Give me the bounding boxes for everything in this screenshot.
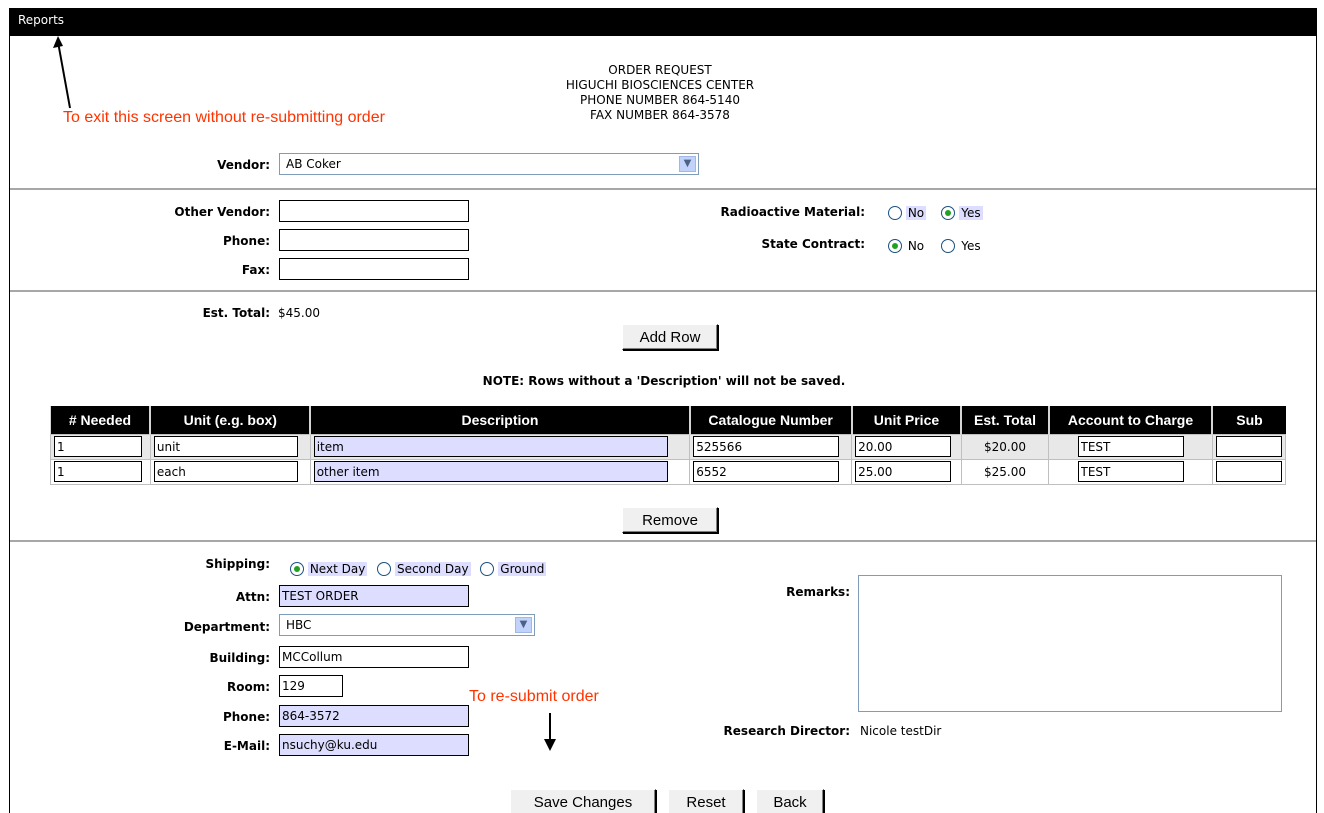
top-bar: Reports [10, 8, 1316, 36]
resubmit-annotation: To re-submit order [469, 688, 599, 705]
state-contract-label: State Contract: [761, 237, 865, 251]
order-request-page: Reports To exit this screen without re-s… [9, 8, 1317, 813]
email-label: E-Mail: [223, 739, 270, 753]
table-row: $20.00 [50, 433, 1287, 460]
column-header: Account to Charge [1048, 406, 1214, 434]
attn-input[interactable] [279, 585, 469, 607]
other-vendor-input[interactable] [279, 200, 469, 222]
shipping-options: Next Day Second Day Ground [290, 561, 547, 576]
department-select[interactable]: HBC ▼ [279, 614, 535, 636]
radioactive-label: Radioactive Material: [720, 205, 865, 219]
other-vendor-label: Other Vendor: [174, 205, 270, 219]
radioactive-yes-radio[interactable] [941, 205, 956, 220]
radioactive-no-radio[interactable] [888, 205, 902, 220]
save-changes-button[interactable]: Save Changes [510, 789, 656, 813]
other-phone-label: Phone: [222, 234, 270, 248]
chevron-down-icon[interactable]: ▼ [679, 156, 696, 172]
account-input[interactable] [1077, 436, 1184, 457]
shipping-second-day-radio[interactable] [377, 561, 392, 576]
vendor-label: Vendor: [217, 158, 270, 172]
header-fax: FAX NUMBER 864-3578 [590, 108, 730, 122]
radioactive-no-label: No [905, 205, 927, 220]
divider [10, 188, 1316, 190]
needed-input[interactable] [54, 461, 142, 482]
header-phone: PHONE NUMBER 864-5140 [580, 93, 740, 107]
state-contract-yes-label: Yes [961, 238, 981, 253]
other-fax-label: Fax: [241, 263, 270, 277]
column-header: Unit Price [851, 406, 963, 434]
items-table: # Needed Unit (e.g. box) Description Cat… [50, 406, 1287, 485]
radioactive-options: No Yes [888, 205, 983, 220]
est-total-label: Est. Total: [202, 306, 270, 320]
shipping-ground-label: Ground [498, 561, 547, 576]
research-director-value: Nicole testDir [860, 724, 942, 738]
add-row-button[interactable]: Add Row [622, 324, 718, 350]
column-header: Unit (e.g. box) [150, 406, 312, 434]
department-label: Department: [183, 620, 270, 634]
column-header: Catalogue Number [689, 406, 853, 434]
column-header: Sub [1212, 406, 1286, 434]
attn-label: Attn: [235, 590, 270, 604]
catalogue-input[interactable] [693, 461, 840, 482]
other-fax-input[interactable] [279, 258, 469, 280]
shipping-next-day-label: Next Day [307, 561, 368, 576]
catalogue-input[interactable] [693, 436, 840, 457]
state-contract-no-radio[interactable] [888, 238, 902, 253]
unit-price-input[interactable] [855, 436, 952, 457]
email-input[interactable] [279, 734, 469, 756]
shipping-next-day-radio[interactable] [290, 561, 304, 576]
research-director-label: Research Director: [723, 724, 850, 738]
building-input[interactable] [279, 646, 469, 668]
state-contract-options: No Yes [888, 238, 983, 253]
header-center-name: HIGUCHI BIOSCIENCES CENTER [565, 78, 755, 92]
unit-input[interactable] [153, 461, 298, 482]
phone-label: Phone: [222, 710, 270, 724]
divider [10, 540, 1316, 542]
row-total: $25.00 [960, 458, 1050, 485]
row-total: $20.00 [960, 433, 1050, 460]
column-header: Description [310, 406, 691, 434]
est-total-value: $45.00 [278, 306, 320, 320]
room-input[interactable] [279, 675, 343, 697]
account-input[interactable] [1077, 461, 1184, 482]
remarks-label: Remarks: [786, 585, 850, 599]
reset-button[interactable]: Reset [668, 789, 744, 813]
state-contract-no-label: No [907, 238, 925, 253]
table-header-row: # Needed Unit (e.g. box) Description Cat… [50, 406, 1286, 434]
order-header: ORDER REQUEST HIGUCHI BIOSCIENCES CENTER… [470, 63, 850, 123]
description-input[interactable] [313, 436, 668, 457]
unit-input[interactable] [153, 436, 298, 457]
header-title: ORDER REQUEST [608, 63, 712, 77]
state-contract-yes-radio[interactable] [941, 238, 956, 253]
other-phone-input[interactable] [279, 229, 469, 251]
sub-input[interactable] [1215, 436, 1282, 457]
exit-annotation: To exit this screen without re-submittin… [63, 109, 385, 126]
needed-input[interactable] [54, 436, 142, 457]
unit-price-input[interactable] [855, 461, 952, 482]
shipping-label: Shipping: [205, 557, 270, 571]
vendor-selected-value: AB Coker [286, 157, 341, 171]
back-button[interactable]: Back [756, 789, 824, 813]
table-row: $25.00 [50, 458, 1287, 485]
exit-annotation-arrow [53, 36, 71, 109]
description-input[interactable] [313, 461, 668, 482]
description-note: NOTE: Rows without a 'Description' will … [482, 374, 846, 388]
column-header: Est. Total [961, 406, 1050, 434]
reports-link[interactable]: Reports [18, 13, 64, 27]
resubmit-annotation-arrow [544, 713, 556, 751]
sub-input[interactable] [1215, 461, 1282, 482]
room-label: Room: [226, 680, 270, 694]
remove-button[interactable]: Remove [622, 507, 718, 533]
chevron-down-icon[interactable]: ▼ [515, 617, 532, 633]
phone-input[interactable] [279, 705, 469, 727]
radioactive-yes-label: Yes [959, 205, 983, 220]
shipping-second-day-label: Second Day [394, 561, 471, 576]
building-label: Building: [209, 651, 270, 665]
department-selected-value: HBC [286, 618, 312, 632]
column-header: # Needed [50, 406, 152, 434]
shipping-ground-radio[interactable] [480, 561, 495, 576]
remarks-textarea[interactable] [858, 575, 1282, 712]
divider [10, 290, 1316, 292]
vendor-select[interactable]: AB Coker ▼ [279, 153, 699, 175]
